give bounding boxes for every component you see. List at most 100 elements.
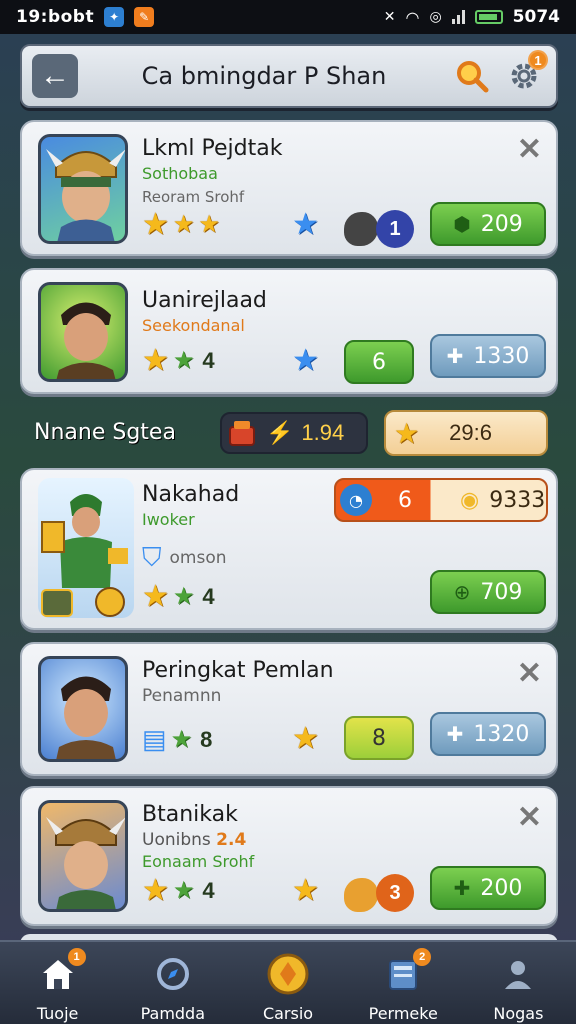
rating-count: 8 (200, 726, 213, 752)
close-icon[interactable]: ✕ (517, 656, 542, 691)
notification-app-icon: ✦ (104, 7, 125, 27)
rating-stars: ★ ★ 4 (142, 876, 215, 906)
gem-icon: ⬢ (453, 212, 471, 236)
coin-value: 9333 (489, 487, 546, 513)
nav-item-profile[interactable]: Nogas (461, 942, 576, 1024)
player-name: Lkml Pejdtak (142, 136, 283, 161)
score-pill[interactable]: ⬢ 209 (430, 202, 546, 246)
top-app-bar: ← Ca bmingdar P Shan 1 (20, 44, 558, 108)
notification-app-icon-2: ✎ (134, 7, 155, 27)
player-note: Eonaam Srohf (142, 852, 255, 871)
nav-item-explore[interactable]: Pamdda (115, 942, 230, 1024)
rating-stars: ★ ★ 4 (142, 582, 215, 612)
nav-label: Tuoje (36, 1004, 79, 1023)
rating-count: 4 (202, 878, 215, 903)
signal-icon (451, 10, 465, 24)
shield-badge-icon: ⛉ (142, 542, 162, 572)
puzzle-icon: ✚ (453, 876, 471, 900)
section-value: 1.94 (301, 420, 345, 445)
player-subtitle-value: 2.4 (216, 830, 247, 850)
resource-value: 6 (398, 487, 412, 513)
section-row: Nnane Sgtea ⚡ 1.94 ★ 29:6 (20, 408, 558, 460)
player-subtitle: Sothobaa (142, 164, 218, 183)
settings-button[interactable]: 1 (502, 50, 548, 98)
player-name: Peringkat Pemlan (142, 658, 334, 683)
avatar (38, 282, 128, 382)
player-card[interactable]: Uanirejlaad Seekondanal ★ ★ 4 ★ 6 ✚ 1330 (20, 268, 558, 394)
player-card[interactable]: Peringkat Pemlan Penamnn ✕ ▤ ★ 8 ★ 8 ✚ 1… (20, 642, 558, 776)
wifi-icon: ◠ (405, 7, 420, 27)
rating-count: 4 (202, 584, 215, 609)
search-button[interactable] (450, 54, 494, 98)
level-value: 6 (372, 349, 386, 375)
puzzle-icon: ✚ (446, 344, 464, 368)
rating-stars: ★ ★ 4 (142, 346, 215, 376)
player-card[interactable]: Lkml Pejdtak Sothobaa Reoram Srohf ✕ ★ ★… (20, 120, 558, 256)
leaf-star-icon: ★ (172, 877, 195, 904)
map-icon: ▤ (142, 724, 167, 754)
score-value: 209 (480, 211, 523, 237)
close-icon[interactable]: ✕ (517, 132, 542, 167)
score-pill[interactable]: ✚ 1330 (430, 334, 546, 378)
nav-badge: 2 (413, 948, 432, 966)
star-icon: ★ (394, 417, 420, 449)
page-title: Ca bmingdar P Shan (141, 62, 387, 90)
avatar (38, 478, 134, 618)
leaf-star-icon: ★ (172, 583, 195, 610)
avatar (38, 656, 128, 762)
player-card[interactable]: Nakahad Iwoker ⛉ omson ★ ★ 4 ◔ 6 ◉ 9333 … (20, 468, 558, 630)
timer-icon: ◔ (340, 484, 372, 516)
level-pill[interactable]: 8 (344, 716, 414, 760)
status-bar: 19:bobt ✦ ✎ ✕ ◠ ◎ 5074 (0, 0, 576, 34)
close-icon[interactable]: ✕ (517, 800, 542, 835)
resource-pill[interactable]: ◔ 6 ◉ 9333 (334, 478, 548, 522)
player-subtitle: Uonibns (142, 830, 211, 850)
profile-icon (496, 952, 540, 996)
level-value: 8 (372, 725, 386, 751)
search-icon (457, 61, 489, 93)
settings-badge: 1 (528, 50, 548, 70)
battery-icon (474, 10, 503, 24)
star-icon: ★ (172, 211, 195, 238)
home-icon: 1 (36, 948, 86, 996)
class-row: ⛉ omson (142, 542, 227, 574)
nav-label: Permeke (368, 1004, 438, 1023)
mute-icon: ✕ (383, 9, 396, 25)
score-value: 709 (480, 579, 523, 605)
nav-label: Carsio (262, 1004, 314, 1023)
leaf-star-icon: ★ (172, 347, 195, 374)
level-circle: 3 (376, 874, 414, 912)
player-note: Reoram Srohf (142, 188, 245, 206)
shield-icon (344, 212, 378, 246)
nav-item-home[interactable]: 1 Tuoje (0, 942, 115, 1024)
star-icon: ★ (142, 874, 169, 907)
status-right-text: 5074 (512, 7, 560, 27)
nav-item-book[interactable]: 2 Permeke (346, 942, 461, 1024)
coin-icon: ◉ (460, 487, 480, 513)
status-time: 19:bobt (16, 7, 95, 27)
lock-icon: ⊕ (453, 580, 471, 604)
score-pill[interactable]: ⊕ 709 (430, 570, 546, 614)
score-value: 1330 (473, 343, 530, 369)
star-icon: ★ (198, 211, 220, 238)
score-value: 1320 (473, 721, 530, 747)
star-icon: ★ (142, 208, 169, 241)
level-pill[interactable]: 6 (344, 340, 414, 384)
score-pill[interactable]: ✚ 1320 (430, 712, 546, 756)
back-button[interactable]: ← (32, 54, 78, 98)
section-timer-pill[interactable]: ★ 29:6 (384, 410, 548, 456)
player-name: Nakahad (142, 482, 240, 507)
score-value: 200 (480, 875, 523, 901)
nav-label: Nogas (493, 1004, 544, 1023)
score-pill[interactable]: ✚ 200 (430, 866, 546, 910)
avatar (38, 800, 128, 912)
section-title: Nnane Sgtea (34, 420, 176, 445)
section-stat-pill[interactable]: ⚡ 1.94 (220, 412, 368, 454)
star-icon: ★ (142, 580, 169, 613)
nav-item-center[interactable]: Carsio (230, 942, 345, 1024)
coin-icon (266, 952, 310, 996)
player-card[interactable]: Btanikak Uonibns 2.4 Eonaam Srohf ✕ ★ ★ … (20, 786, 558, 926)
timer-value: 29:6 (449, 420, 492, 445)
player-subtitle: Iwoker (142, 510, 195, 529)
level-circle: 1 (376, 210, 414, 248)
